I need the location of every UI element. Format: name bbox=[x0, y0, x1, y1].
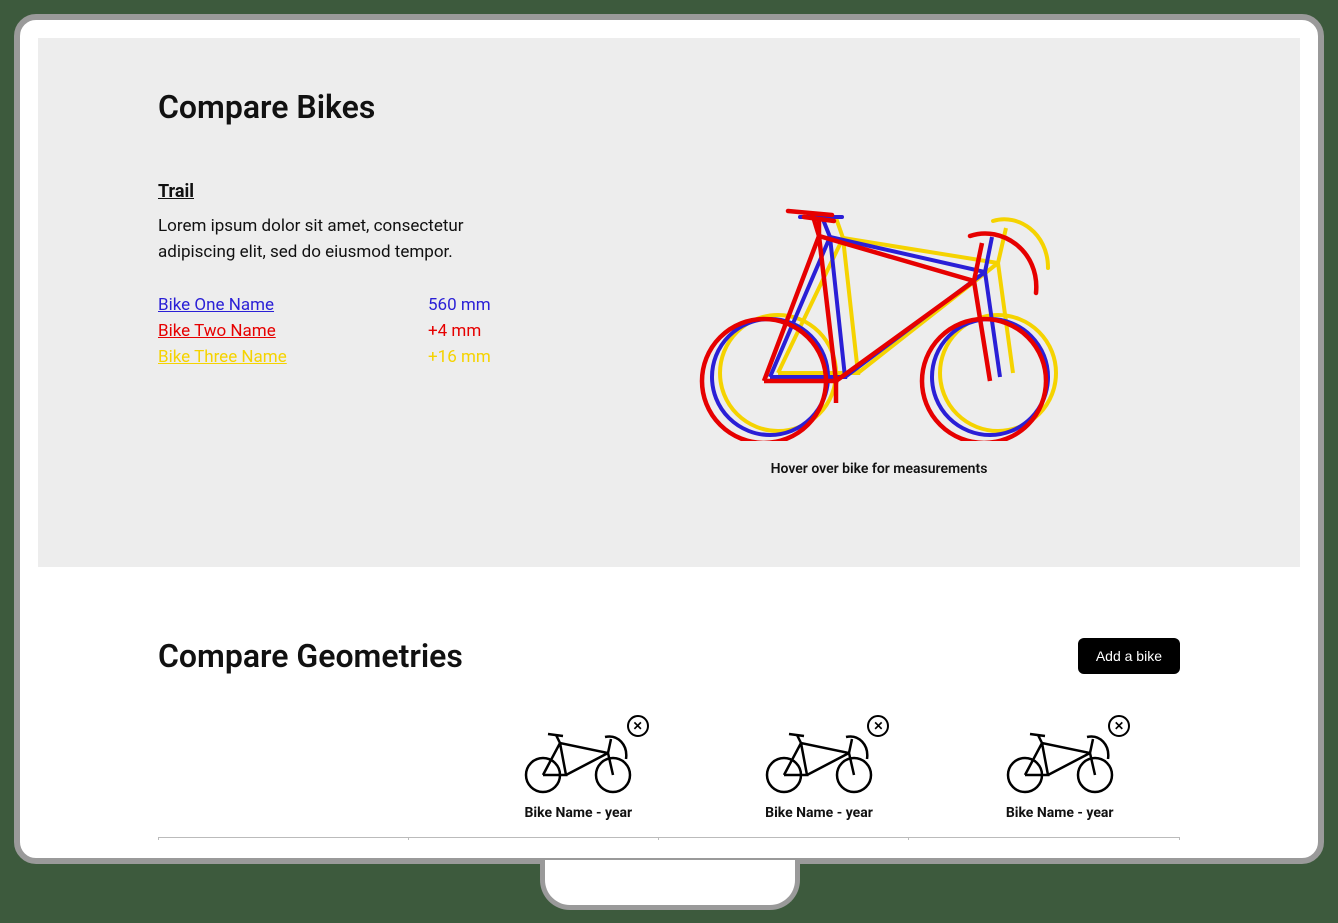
bike-overlay-diagram[interactable] bbox=[664, 181, 1094, 441]
bike-icon bbox=[1000, 725, 1120, 795]
bike-link-three[interactable]: Bike Three Name bbox=[158, 347, 287, 367]
bike-link-two[interactable]: Bike Two Name bbox=[158, 321, 276, 341]
close-icon[interactable]: ✕ bbox=[627, 715, 649, 737]
metric-panel: Trail Lorem ipsum dolor sit amet, consec… bbox=[158, 181, 518, 477]
page-title: Compare Bikes bbox=[158, 88, 1180, 126]
bike-value-two: +4 mm bbox=[428, 321, 518, 341]
add-bike-button[interactable]: Add a bike bbox=[1078, 638, 1180, 674]
bike-list: Bike One Name 560 mm Bike Two Name +4 mm… bbox=[158, 295, 518, 367]
bike-value-one: 560 mm bbox=[428, 295, 518, 315]
bike-value-three: +16 mm bbox=[428, 347, 518, 367]
geometries-header: Compare Geometries Add a bike bbox=[158, 637, 1180, 675]
bike-row: Bike One Name 560 mm bbox=[158, 295, 518, 315]
bike-card-label: Bike Name - year bbox=[458, 805, 699, 821]
hover-hint: Hover over bike for measurements bbox=[771, 461, 988, 477]
bike-link-one[interactable]: Bike One Name bbox=[158, 295, 274, 315]
monitor-stand bbox=[540, 860, 800, 910]
compare-body: Trail Lorem ipsum dolor sit amet, consec… bbox=[158, 181, 1180, 477]
compare-bikes-section: Compare Bikes Trail Lorem ipsum dolor si… bbox=[38, 38, 1300, 567]
metric-description: Lorem ipsum dolor sit amet, consectetur … bbox=[158, 214, 518, 265]
bike-row: Bike Three Name +16 mm bbox=[158, 347, 518, 367]
geometry-table bbox=[158, 837, 1180, 840]
close-icon[interactable]: ✕ bbox=[1108, 715, 1130, 737]
geometries-title: Compare Geometries bbox=[158, 637, 463, 675]
compare-geometries-section: Compare Geometries Add a bike ✕ Bike Nam… bbox=[38, 567, 1300, 840]
metric-title: Trail bbox=[158, 181, 518, 202]
bike-card: ✕ Bike Name - year bbox=[458, 715, 699, 821]
bike-card: ✕ Bike Name - year bbox=[699, 715, 940, 821]
monitor-frame: Compare Bikes Trail Lorem ipsum dolor si… bbox=[14, 14, 1324, 864]
bike-card-row: ✕ Bike Name - year ✕ bbox=[458, 715, 1180, 821]
bike-icon bbox=[759, 725, 879, 795]
screen: Compare Bikes Trail Lorem ipsum dolor si… bbox=[38, 38, 1300, 840]
diagram-panel: Hover over bike for measurements bbox=[578, 181, 1180, 477]
close-icon[interactable]: ✕ bbox=[867, 715, 889, 737]
bike-icon bbox=[518, 725, 638, 795]
bike-card: ✕ Bike Name - year bbox=[939, 715, 1180, 821]
bike-card-label: Bike Name - year bbox=[699, 805, 940, 821]
bike-card-label: Bike Name - year bbox=[939, 805, 1180, 821]
bike-row: Bike Two Name +4 mm bbox=[158, 321, 518, 341]
